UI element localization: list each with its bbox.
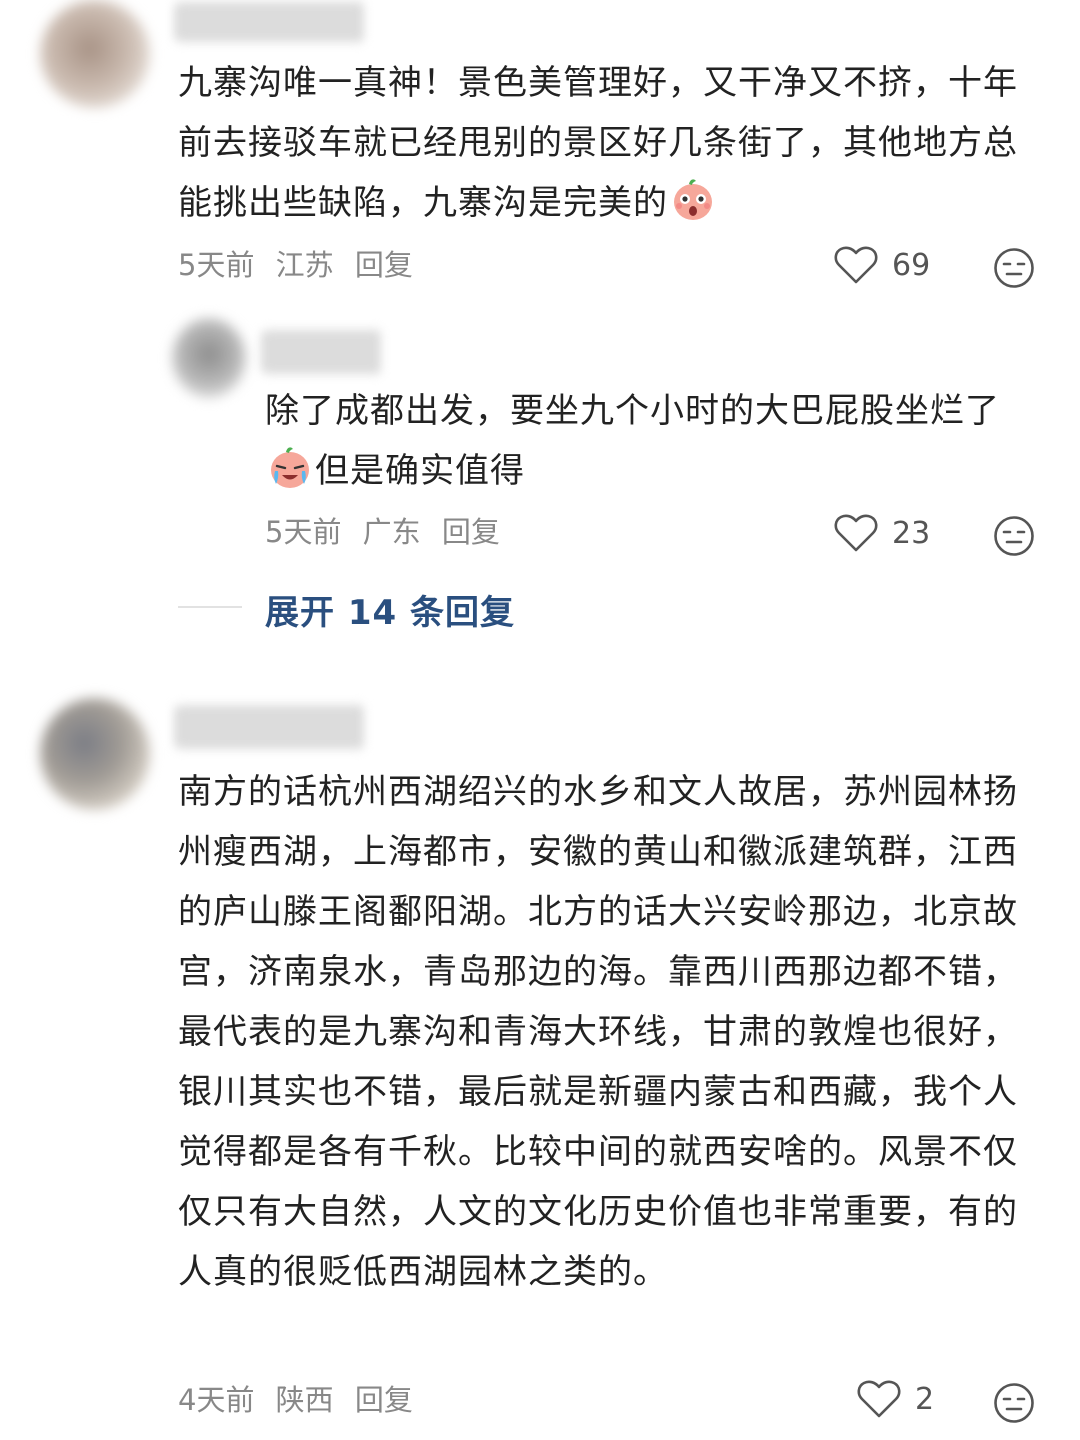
comment-location: 江苏 (275, 248, 334, 282)
comment-time: 5天前 (265, 515, 342, 549)
heart-outline-icon (857, 1380, 901, 1418)
heart-outline-icon (834, 246, 878, 284)
comment-meta: 4天前 陕西 回复 (178, 1380, 425, 1420)
surprised-face-emoji (670, 176, 716, 222)
username[interactable] (175, 705, 365, 749)
comment-time: 4天前 (178, 1383, 255, 1417)
comment-meta: 5天前 江苏 回复 (178, 245, 425, 285)
comment-time: 5天前 (178, 248, 255, 282)
comment-location: 陕西 (275, 1383, 334, 1417)
crying-face-emoji (267, 444, 313, 490)
comment-text: 九寨沟唯一真神！景色美管理好，又干净又不挤，十年前去接驳车就已经甩别的景区好几条… (178, 63, 1018, 223)
reply-button[interactable]: 回复 (355, 248, 413, 282)
heart-outline-icon (834, 514, 878, 552)
unamused-face-icon[interactable] (993, 247, 1035, 289)
expand-replies-button[interactable]: 展开 14 条回复 (265, 585, 515, 634)
expand-divider (178, 606, 242, 608)
like-button[interactable]: 23 (834, 513, 930, 553)
username[interactable] (175, 2, 365, 42)
comment-location: 广东 (362, 515, 421, 549)
reply-button[interactable]: 回复 (355, 1383, 413, 1417)
like-count: 69 (892, 247, 931, 283)
avatar[interactable] (40, 0, 150, 108)
avatar[interactable] (40, 698, 150, 810)
reply-button[interactable]: 回复 (442, 515, 500, 549)
like-button[interactable]: 2 (857, 1379, 934, 1419)
like-button[interactable]: 69 (834, 245, 930, 285)
like-count: 23 (892, 515, 931, 551)
unamused-face-icon[interactable] (993, 1382, 1035, 1424)
reply-meta: 5天前 广东 回复 (265, 512, 512, 552)
comment-text: 南方的话杭州西湖绍兴的水乡和文人故居，苏州园林扬州瘦西湖，上海都市，安徽的黄山和… (178, 772, 1018, 1292)
username[interactable] (262, 330, 382, 374)
like-count: 2 (915, 1381, 935, 1417)
unamused-face-icon[interactable] (993, 515, 1035, 557)
avatar[interactable] (172, 318, 246, 398)
reply-text: 除了成都出发，要坐九个小时的大巴屁股坐烂了但是确实值得 (265, 391, 1000, 491)
